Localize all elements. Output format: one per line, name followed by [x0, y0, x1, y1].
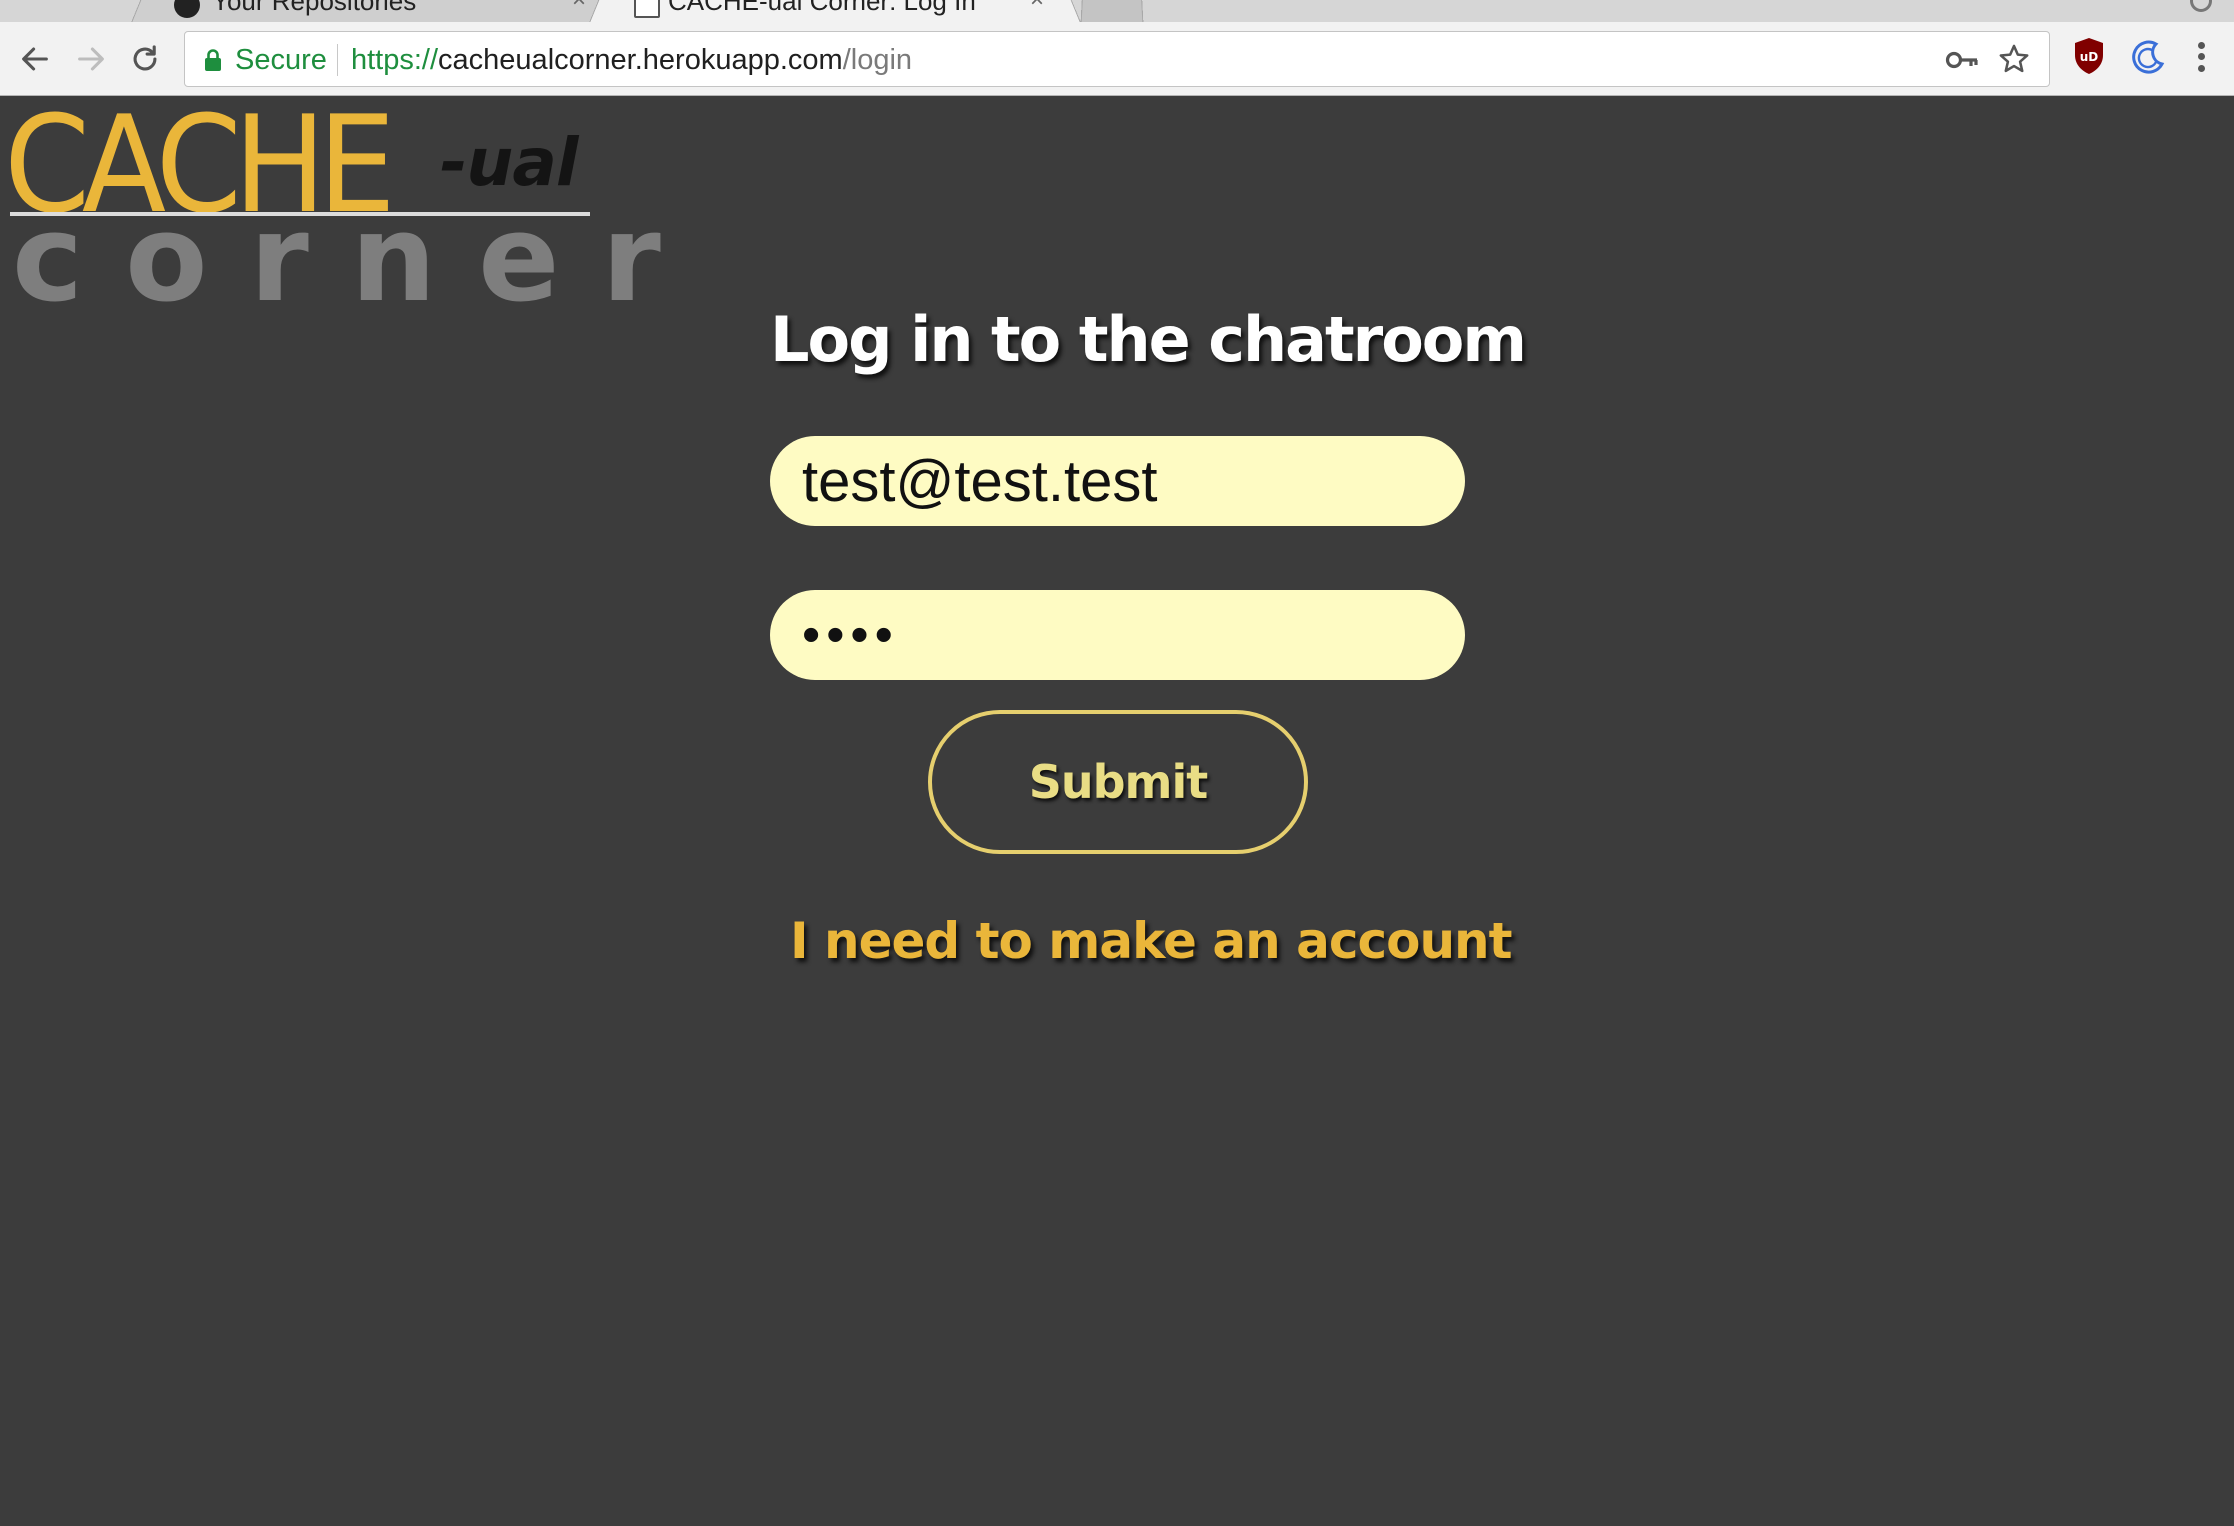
reload-icon — [133, 45, 157, 71]
tab-close-icon[interactable]: × — [572, 0, 586, 14]
profile-icon[interactable] — [2190, 0, 2212, 12]
site-logo[interactable]: CACHE -ual corner — [4, 96, 661, 320]
browser-tabstrip: Your Repositories × CACHE-ual Corner: Lo… — [0, 0, 2234, 22]
page-body: CACHE -ual corner Log in to the chatroom… — [0, 96, 2234, 1526]
address-bar[interactable]: Secure https://cacheualcorner.herokuapp.… — [184, 31, 2050, 87]
url-path: /login — [842, 44, 913, 76]
ublock-origin-icon[interactable]: uD — [2072, 36, 2106, 76]
star-icon[interactable] — [1997, 42, 2031, 76]
forward-button[interactable] — [68, 36, 114, 82]
page-favicon-icon — [634, 0, 660, 18]
tab-title-login: CACHE-ual Corner: Log In — [668, 0, 976, 16]
create-account-link[interactable]: I need to make an account — [790, 906, 1513, 976]
new-tab-button[interactable] — [1080, 0, 1144, 22]
forward-icon — [78, 47, 104, 71]
svg-text:uD: uD — [2080, 50, 2099, 64]
lock-icon — [205, 49, 221, 71]
secure-label: Secure — [235, 44, 327, 76]
back-button[interactable] — [12, 36, 58, 82]
back-icon — [22, 47, 48, 71]
omnibox-divider — [337, 44, 338, 76]
page-title: Log in to the chatroom — [770, 303, 1527, 376]
logo-ual-text: -ual — [440, 124, 579, 201]
menu-icon[interactable] — [2186, 36, 2216, 78]
submit-button[interactable]: Submit — [928, 710, 1308, 854]
password-field[interactable] — [770, 590, 1465, 680]
url-text[interactable]: https://cacheualcorner.herokuapp.com/log… — [351, 42, 912, 78]
logo-corner-text: corner — [12, 190, 703, 329]
reload-button[interactable] — [122, 36, 168, 82]
key-icon[interactable] — [1945, 46, 1979, 74]
moon-extension-icon[interactable] — [2126, 36, 2166, 76]
email-field[interactable] — [770, 436, 1465, 526]
tab-title-repositories: Your Repositories — [212, 0, 417, 16]
url-host: cacheualcorner.herokuapp.com — [438, 44, 843, 76]
url-scheme: https:// — [351, 44, 439, 76]
tab-close-icon[interactable]: × — [1030, 0, 1044, 14]
browser-toolbar: Secure https://cacheualcorner.herokuapp.… — [0, 22, 2234, 96]
